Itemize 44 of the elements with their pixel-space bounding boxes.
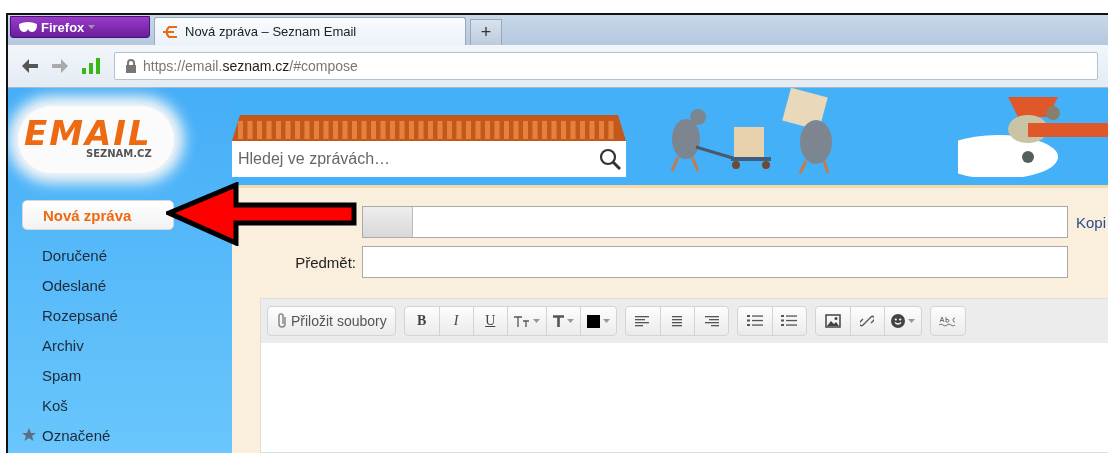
- copy-link[interactable]: Kopi: [1076, 213, 1107, 231]
- folder-link[interactable]: Spam: [42, 366, 82, 384]
- address-bar[interactable]: https://email.seznam.cz/#compose: [114, 52, 1098, 80]
- paperclip-icon: [276, 313, 288, 329]
- font-icon: [552, 315, 564, 327]
- search-icon[interactable]: [599, 148, 621, 170]
- image-icon: [824, 314, 841, 328]
- browser-tab[interactable]: Nová zpráva – Seznam Email: [154, 17, 466, 45]
- lock-icon: [125, 59, 137, 73]
- format-button[interactable]: I: [438, 307, 473, 335]
- folder-link[interactable]: Označené: [42, 426, 111, 444]
- folder-link[interactable]: Rozepsané: [42, 306, 118, 324]
- format-button[interactable]: U: [472, 307, 507, 335]
- firefox-menu-button[interactable]: Firefox: [10, 16, 150, 38]
- subject-label: Předmět:: [294, 253, 356, 271]
- smiley-icon: [890, 314, 905, 328]
- caret-icon: [907, 319, 915, 323]
- align-icon: [634, 315, 651, 327]
- url-text: https://email.seznam.cz/#compose: [143, 58, 358, 74]
- back-icon[interactable]: [22, 59, 38, 73]
- folder-link[interactable]: Koš: [42, 396, 68, 414]
- message-editor[interactable]: Přiložit soubory B I U: [260, 298, 1108, 453]
- folder-link[interactable]: Odeslané: [42, 276, 107, 294]
- mask-icon: [19, 22, 37, 32]
- font-size-icon: [513, 315, 530, 327]
- spellcheck-icon: [938, 315, 957, 327]
- search-field[interactable]: Hledej ve zprávách…: [232, 141, 626, 177]
- caret-icon: [88, 25, 96, 29]
- caret-icon: [566, 319, 574, 323]
- email-logo[interactable]: EMAIL SEZNAM.CZ: [18, 105, 174, 173]
- recipient-field[interactable]: [362, 206, 1068, 238]
- align-icon: [703, 315, 720, 327]
- subject-field[interactable]: [362, 246, 1068, 278]
- list-icon: [781, 315, 798, 327]
- caret-icon: [602, 319, 610, 323]
- list-icon: [746, 315, 763, 327]
- folder-link[interactable]: Doručené: [42, 246, 108, 264]
- favicon-icon: [163, 25, 179, 38]
- caret-icon: [532, 319, 540, 323]
- attach-files-button[interactable]: Přiložit soubory: [268, 307, 395, 335]
- folder-link[interactable]: Archiv: [42, 336, 84, 354]
- link-icon: [860, 314, 875, 328]
- format-button[interactable]: B: [404, 307, 439, 335]
- new-tab-button[interactable]: +: [470, 19, 502, 45]
